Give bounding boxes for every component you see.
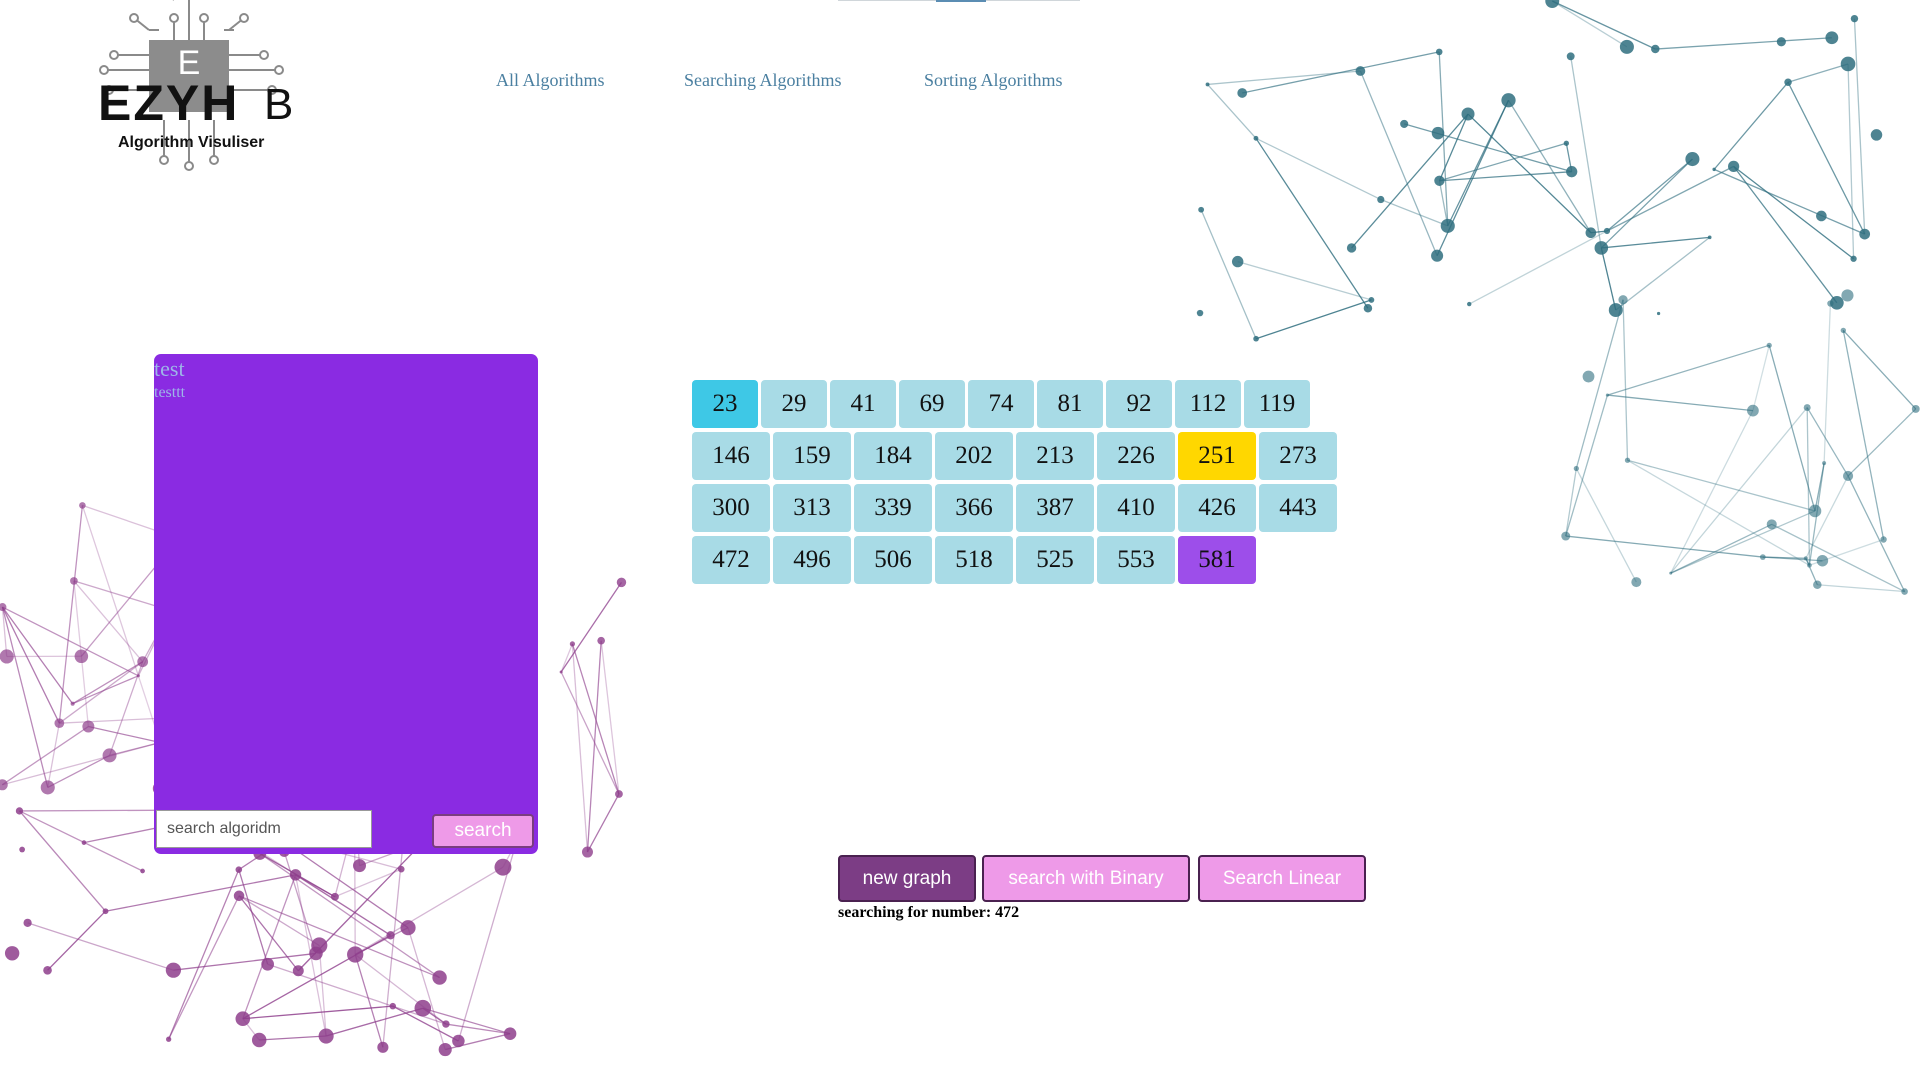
linear-search-button[interactable]: Search Linear — [1198, 855, 1366, 902]
array-row: 146 159 184 202 213 226 251 273 — [692, 432, 1337, 480]
array-cell: 213 — [1016, 432, 1094, 480]
status-text: searching for number: 472 — [838, 904, 1020, 921]
array-cell: 23 — [692, 380, 758, 428]
nav-all-algorithms[interactable]: All Algorithms — [496, 70, 605, 91]
algorithm-search-input[interactable] — [156, 810, 372, 848]
nav-searching-algorithms[interactable]: Searching Algorithms — [684, 70, 841, 91]
array-cell: 81 — [1037, 380, 1103, 428]
array-cell: 581 — [1178, 536, 1256, 584]
array-cell: 159 — [773, 432, 851, 480]
array-row: 300 313 339 366 387 410 426 443 — [692, 484, 1337, 532]
array-cell: 472 — [692, 536, 770, 584]
array-cell: 69 — [899, 380, 965, 428]
algorithm-search-button[interactable]: search — [432, 814, 534, 848]
array-cell: 273 — [1259, 432, 1337, 480]
array-cell: 443 — [1259, 484, 1337, 532]
logo-subtitle: Algorithm Visuliser — [118, 134, 265, 151]
array-cell: 251 — [1178, 432, 1256, 480]
array-cell: 119 — [1244, 380, 1310, 428]
panel-subtitle: testtt — [154, 384, 186, 401]
array-cell: 553 — [1097, 536, 1175, 584]
array-cell: 366 — [935, 484, 1013, 532]
logo-wordmark-end: B — [264, 80, 294, 129]
array-cell: 184 — [854, 432, 932, 480]
array-cell: 92 — [1106, 380, 1172, 428]
ezyhub-logo[interactable]: E EZYH B Algorithm Visuliser — [94, 0, 304, 172]
array-cell: 41 — [830, 380, 896, 428]
binary-search-button[interactable]: search with Binary — [982, 855, 1190, 902]
new-graph-button[interactable]: new graph — [838, 855, 976, 902]
array-cell: 313 — [773, 484, 851, 532]
array-cell: 410 — [1097, 484, 1175, 532]
array-cell: 29 — [761, 380, 827, 428]
array-cell: 300 — [692, 484, 770, 532]
top-tab-indicator — [838, 0, 1080, 2]
array-row: 23 29 41 69 74 81 92 112 119 — [692, 380, 1310, 428]
array-cell: 226 — [1097, 432, 1175, 480]
array-cell: 525 — [1016, 536, 1094, 584]
algorithm-panel: test testtt search — [154, 354, 538, 854]
nav-sorting-algorithms[interactable]: Sorting Algorithms — [924, 70, 1063, 91]
logo-wordmark: EZYH — [98, 75, 240, 131]
array-cell: 146 — [692, 432, 770, 480]
array-cell: 496 — [773, 536, 851, 584]
array-cell: 74 — [968, 380, 1034, 428]
array-cell: 339 — [854, 484, 932, 532]
panel-title: test — [154, 356, 185, 381]
array-cell: 202 — [935, 432, 1013, 480]
array-cell: 518 — [935, 536, 1013, 584]
array-cell: 112 — [1175, 380, 1241, 428]
array-cell: 387 — [1016, 484, 1094, 532]
array-cell: 426 — [1178, 484, 1256, 532]
array-cell: 506 — [854, 536, 932, 584]
array-row: 472 496 506 518 525 553 581 — [692, 536, 1256, 584]
